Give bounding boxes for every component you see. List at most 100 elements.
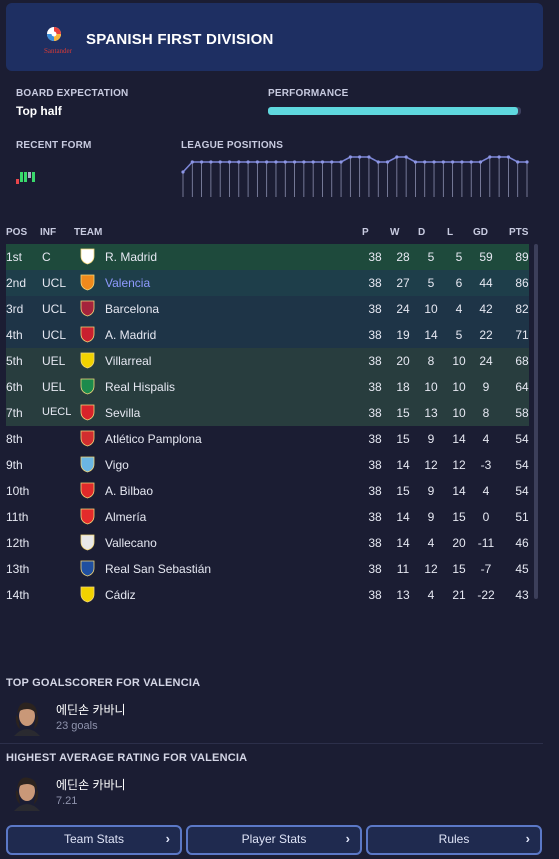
vallecano-crest-icon — [80, 534, 95, 551]
table-scrollbar[interactable] — [534, 244, 538, 599]
table-row[interactable]: 10th A. Bilbao 38 15 9 14 4 54 — [6, 478, 529, 504]
cell-p: 38 — [368, 562, 382, 576]
table-row[interactable]: 12th Vallecano 38 14 4 20 -11 46 — [6, 530, 529, 556]
cell-pos: 2nd — [6, 276, 27, 290]
cell-l: 14 — [452, 484, 466, 498]
cell-d: 12 — [424, 458, 438, 472]
cell-w: 11 — [396, 562, 410, 576]
cell-team[interactable]: Vigo — [105, 458, 129, 472]
cell-team[interactable]: Real San Sebastián — [105, 562, 211, 576]
rules-button[interactable]: Rules › — [366, 825, 542, 855]
cell-inf: UCL — [42, 276, 67, 290]
cell-team[interactable]: Villarreal — [105, 354, 151, 368]
cell-team[interactable]: Almería — [105, 510, 146, 524]
cell-team[interactable]: Atlético Pamplona — [105, 432, 202, 446]
cell-d: 4 — [427, 588, 435, 602]
cell-pos: 8th — [6, 432, 23, 446]
cell-team[interactable]: R. Madrid — [105, 250, 157, 264]
cell-d: 5 — [427, 276, 435, 290]
table-row[interactable]: 6th UEL Real Hispalis 38 18 10 10 9 64 — [6, 374, 529, 400]
cell-pts: 43 — [515, 588, 529, 602]
col-p-header[interactable]: P — [362, 227, 369, 238]
table-row[interactable]: 11th Almería 38 14 9 15 0 51 — [6, 504, 529, 530]
cell-team[interactable]: Valencia — [105, 276, 150, 290]
cell-team[interactable]: Sevilla — [105, 406, 140, 420]
table-row[interactable]: 1st C R. Madrid 38 28 5 5 59 89 — [6, 244, 529, 270]
cell-l: 5 — [455, 250, 463, 264]
cell-p: 38 — [368, 588, 382, 602]
top-goalscorer-goals: 23 goals — [56, 720, 98, 732]
cell-pts: 86 — [515, 276, 529, 290]
cell-team[interactable]: Real Hispalis — [105, 380, 175, 394]
table-row[interactable]: 14th Cádiz 38 13 4 21 -22 43 — [6, 582, 529, 608]
real-hispalis-crest-icon — [80, 378, 95, 395]
cell-team[interactable]: A. Madrid — [105, 328, 156, 342]
player-avatar[interactable] — [8, 698, 46, 736]
table-row[interactable]: 5th UEL Villarreal 38 20 8 10 24 68 — [6, 348, 529, 374]
table-row[interactable]: 2nd UCL Valencia 38 27 5 6 44 86 — [6, 270, 529, 296]
league-position-point — [525, 160, 529, 164]
cell-l: 10 — [452, 406, 466, 420]
cell-d: 10 — [424, 380, 438, 394]
col-d-header[interactable]: D — [418, 227, 425, 238]
table-row[interactable]: 3rd UCL Barcelona 38 24 10 4 42 82 — [6, 296, 529, 322]
table-row[interactable]: 7th UECL Sevilla 38 15 13 10 8 58 — [6, 400, 529, 426]
cell-l: 20 — [452, 536, 466, 550]
highest-rating-title: HIGHEST AVERAGE RATING FOR VALENCIA — [6, 752, 248, 764]
cell-pts: 51 — [515, 510, 529, 524]
cell-p: 38 — [368, 380, 382, 394]
league-position-point — [488, 155, 492, 159]
col-pos-header[interactable]: POS — [6, 227, 27, 238]
highest-rating-name[interactable]: 에딘손 카바니 — [56, 776, 126, 793]
cell-team[interactable]: Vallecano — [105, 536, 157, 550]
cell-d: 4 — [427, 536, 435, 550]
league-position-point — [255, 160, 259, 164]
cell-d: 10 — [424, 302, 438, 316]
cell-team[interactable]: A. Bilbao — [105, 484, 153, 498]
col-pts-header[interactable]: PTS — [509, 227, 528, 238]
league-position-point — [218, 160, 222, 164]
league-position-point — [367, 155, 371, 159]
cell-team[interactable]: Cádiz — [105, 588, 136, 602]
sevilla-crest-icon — [80, 404, 95, 421]
cell-p: 38 — [368, 510, 382, 524]
almeria-crest-icon — [80, 508, 95, 525]
cell-w: 15 — [396, 484, 410, 498]
league-position-point — [451, 160, 455, 164]
player-stats-button[interactable]: Player Stats › — [186, 825, 362, 855]
table-row[interactable]: 9th Vigo 38 14 12 12 -3 54 — [6, 452, 529, 478]
col-team-header[interactable]: TEAM — [74, 227, 102, 238]
player-avatar[interactable] — [8, 773, 46, 811]
table-row[interactable]: 13th Real San Sebastián 38 11 12 15 -7 45 — [6, 556, 529, 582]
league-positions-chart[interactable] — [181, 153, 529, 199]
cell-pos: 14th — [6, 588, 30, 602]
cell-d: 12 — [424, 562, 438, 576]
table-row[interactable]: 8th Atlético Pamplona 38 15 9 14 4 54 — [6, 426, 529, 452]
league-position-point — [358, 155, 362, 159]
col-gd-header[interactable]: GD — [473, 227, 488, 238]
col-inf-header[interactable]: INF — [40, 227, 56, 238]
league-position-point — [209, 160, 213, 164]
cell-gd: 8 — [482, 406, 490, 420]
cell-pos: 5th — [6, 354, 23, 368]
team-stats-button[interactable]: Team Stats › — [6, 825, 182, 855]
top-goalscorer-name[interactable]: 에딘손 카바니 — [56, 701, 126, 718]
form-result-W — [24, 172, 27, 182]
col-l-header[interactable]: L — [447, 227, 453, 238]
cell-pts: 64 — [515, 380, 529, 394]
cell-team[interactable]: Barcelona — [105, 302, 159, 316]
recent-form-chart[interactable] — [16, 168, 46, 188]
rules-label: Rules — [438, 832, 470, 846]
cell-w: 27 — [396, 276, 410, 290]
cell-gd: 22 — [479, 328, 493, 342]
table-row[interactable]: 4th UCL A. Madrid 38 19 14 5 22 71 — [6, 322, 529, 348]
cell-pts: 68 — [515, 354, 529, 368]
league-position-point — [413, 160, 418, 164]
league-position-point — [506, 155, 511, 159]
cell-gd: 44 — [479, 276, 493, 290]
cell-gd: 24 — [479, 354, 493, 368]
team-stats-label: Team Stats — [63, 832, 125, 846]
cell-inf: C — [42, 250, 51, 264]
cell-pos: 1st — [6, 250, 23, 264]
col-w-header[interactable]: W — [390, 227, 399, 238]
